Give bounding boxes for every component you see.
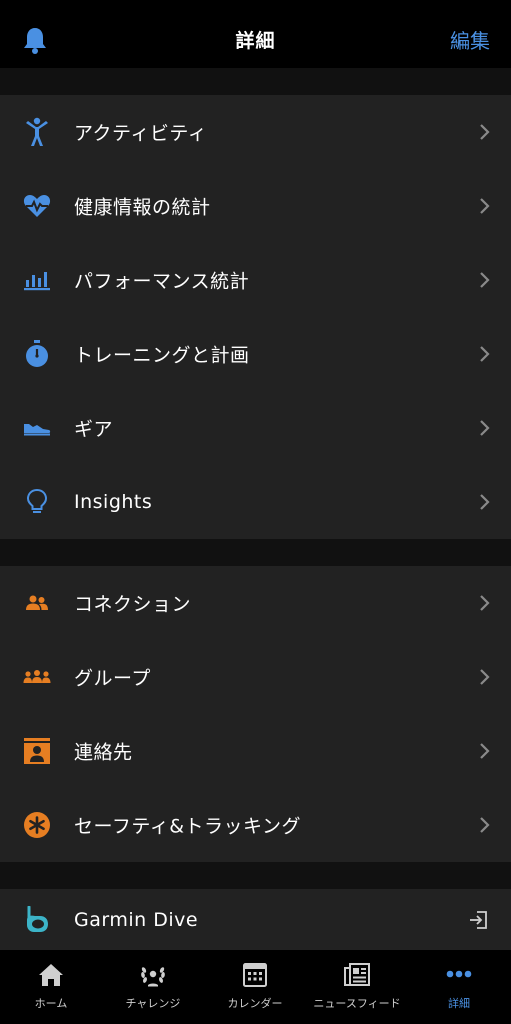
lightbulb-icon [22, 487, 52, 517]
tab-label: ニュースフィード [313, 997, 401, 1010]
menu-item-label: 連絡先 [74, 741, 133, 764]
bar-chart-icon [22, 265, 52, 295]
menu-item-label: Garmin Dive [74, 908, 199, 931]
chevron-right-icon [479, 742, 491, 760]
menu-item-connections[interactable]: コネクション [0, 566, 511, 640]
safety-asterisk-icon [22, 810, 52, 840]
tab-newsfeed[interactable]: ニュースフィード [306, 950, 408, 1024]
chevron-right-icon [479, 197, 491, 215]
calendar-icon [241, 962, 269, 988]
chevron-right-icon [479, 123, 491, 141]
heart-pulse-icon [22, 191, 52, 221]
menu-item-garmin-dive[interactable]: Garmin Dive [0, 889, 511, 950]
menu-item-label: グループ [74, 667, 151, 690]
laurel-icon [139, 962, 167, 988]
chevron-right-icon [479, 493, 491, 511]
menu-item-label: セーフティ&トラッキング [74, 815, 301, 838]
menu-section-activity: アクティビティ 健康情報の統計 パフォーマンス統計 トレーニングと計画 ギア I… [0, 95, 511, 539]
bottom-tab-bar: ホーム チャレンジ カレンダー ニュースフィード 詳細 [0, 950, 511, 1024]
menu-item-groups[interactable]: グループ [0, 640, 511, 714]
tab-label: チャレンジ [125, 997, 181, 1010]
menu-item-safety-tracking[interactable]: セーフティ&トラッキング [0, 788, 511, 862]
top-bar: 詳細 編集 [0, 0, 511, 68]
chevron-right-icon [479, 345, 491, 363]
menu-item-label: コネクション [74, 593, 192, 616]
menu-item-health-stats[interactable]: 健康情報の統計 [0, 169, 511, 243]
menu-item-activity[interactable]: アクティビティ [0, 95, 511, 169]
external-link-icon [469, 910, 489, 930]
more-dots-icon [445, 962, 473, 988]
menu-section-social: コネクション グループ 連絡先 セーフティ&トラッキング [0, 566, 511, 862]
menu-item-label: トレーニングと計画 [74, 344, 250, 367]
menu-item-contacts[interactable]: 連絡先 [0, 714, 511, 788]
menu-item-insights[interactable]: Insights [0, 465, 511, 539]
menu-item-label: アクティビティ [74, 122, 208, 145]
chevron-right-icon [479, 594, 491, 612]
connections-icon [22, 588, 52, 618]
chevron-right-icon [479, 419, 491, 437]
menu-item-training-plans[interactable]: トレーニングと計画 [0, 317, 511, 391]
tab-more[interactable]: 詳細 [408, 950, 510, 1024]
tab-home[interactable]: ホーム [0, 950, 102, 1024]
groups-icon [22, 662, 52, 692]
menu-item-label: ギア [74, 418, 114, 441]
newsfeed-icon [343, 962, 371, 988]
menu-item-gear[interactable]: ギア [0, 391, 511, 465]
chevron-right-icon [479, 271, 491, 289]
snorkel-icon [22, 905, 52, 935]
tab-label: 詳細 [448, 997, 470, 1010]
chevron-right-icon [479, 816, 491, 834]
tab-label: ホーム [34, 997, 68, 1010]
home-icon [37, 962, 65, 988]
menu-item-label: パフォーマンス統計 [74, 270, 250, 293]
tab-calendar[interactable]: カレンダー [204, 950, 306, 1024]
menu-item-label: 健康情報の統計 [74, 196, 211, 219]
menu-item-performance-stats[interactable]: パフォーマンス統計 [0, 243, 511, 317]
menu-item-label: Insights [74, 491, 153, 513]
page-title: 詳細 [235, 30, 276, 52]
tab-label: カレンダー [227, 997, 283, 1010]
menu-section-apps: Garmin Dive [0, 889, 511, 950]
contact-card-icon [22, 736, 52, 766]
activity-person-icon [22, 117, 52, 147]
edit-button[interactable]: 編集 [450, 25, 490, 54]
chevron-right-icon [479, 668, 491, 686]
shoe-icon [22, 413, 52, 443]
stopwatch-icon [22, 339, 52, 369]
tab-challenges[interactable]: チャレンジ [102, 950, 204, 1024]
